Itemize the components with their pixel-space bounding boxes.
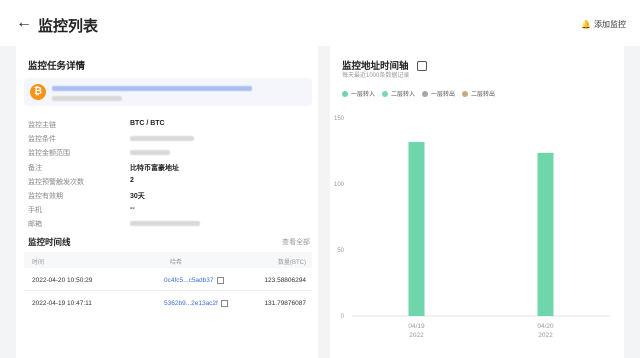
copy-icon[interactable] [216,277,224,284]
refresh-icon[interactable] [417,61,428,72]
field-value-blurred [130,221,200,227]
bar [537,152,554,316]
field-label: 监控有效期 [28,193,63,200]
chart-panel-subtitle: 每天最近1000条数据记录 [342,73,410,79]
legend-item[interactable]: 一层转出 [422,89,455,98]
y-tick-label: 0 [341,314,345,320]
monitored-address-card: ₿ [24,78,312,106]
page-title: 监控列表 [38,18,99,35]
legend-item[interactable]: 二层转出 [462,89,495,98]
field-value-blurred [130,136,194,142]
field-label: 监控主链 [28,122,56,129]
y-tick-label: 50 [337,248,344,254]
y-tick-label: 150 [334,116,345,122]
field-value-blurred [130,150,170,156]
back-arrow-icon[interactable]: ← [16,15,32,31]
field-value: 30天 [130,193,145,200]
address-blurred [52,86,252,91]
field-value: 比特币富豪地址 [130,164,179,172]
add-monitor-label: 添加监控 [594,20,626,29]
field-label: 备注 [28,164,42,172]
col-hash: 哈希 [170,260,183,266]
row-time: 2022-04-19 10:47:11 [32,300,92,307]
bitcoin-icon: ₿ [30,84,46,100]
timeline-bar-chart: 0 50 100 150 04/19 2022 04/20 2022 [334,116,610,339]
field-label: 监控条件 [28,136,56,144]
field-label: 监控金额范围 [28,150,70,158]
see-all-link[interactable]: 查看全部 [282,237,310,247]
row-hash-link[interactable]: 0c4fc5...c5adb37 [164,277,224,284]
row-hash-link[interactable]: 5362b9...2e13ac2f [164,300,228,307]
field-label: 监控预警触发次数 [28,178,84,186]
timeline-table-header: 时间 哈希 数量(BTC) [24,252,312,268]
timeline-chart-panel: 监控地址时间轴 每天最近1000条数据记录 一层转入 二层转入 一层转出 二层转… [330,46,624,358]
divider [24,290,312,291]
field-value: BTC / BTC [130,120,165,127]
legend-dot [422,91,428,98]
legend-dot [342,91,348,98]
bell-plus-icon: 🔔 [581,20,591,29]
table-row: 2022-04-20 10:50:29 0c4fc5...c5adb37 123… [24,271,312,291]
legend-item[interactable]: 二层转入 [382,89,415,98]
task-detail-title: 监控任务详情 [28,61,86,72]
field-label: 手机 [28,207,42,215]
add-monitor-button[interactable]: 🔔 添加监控 [581,19,626,30]
legend-dot [462,91,468,98]
row-time: 2022-04-20 10:50:29 [32,277,93,284]
col-amount: 数量(BTC) [278,260,306,266]
table-row: 2022-04-19 10:47:11 5362b9...2e13ac2f 13… [24,294,312,314]
task-detail-panel: 监控任务详情 ₿ 监控时间线 查看全部 时间 哈希 数量(BTC) 2022-0… [16,46,318,358]
x-tick-label: 04/19 [408,323,425,330]
x-tick-label: 2022 [538,332,553,339]
legend-dot [382,91,388,98]
top-bar: ← 监控列表 🔔 添加监控 [0,0,640,46]
field-value: -- [130,205,135,213]
x-tick-label: 04/20 [537,323,554,330]
row-amount: 131.79876087 [264,300,306,307]
copy-icon[interactable] [220,300,228,307]
y-tick-label: 100 [334,182,345,188]
address-sub-blurred [52,96,122,101]
timeline-title: 监控时间线 [28,237,71,247]
col-time: 时间 [32,260,45,266]
field-label: 邮箱 [28,221,42,229]
bar [408,142,425,316]
legend-item[interactable]: 一层转入 [342,89,375,98]
x-tick-label: 2022 [409,332,424,339]
row-amount: 123.58806294 [264,277,306,284]
field-value: 2 [130,176,134,184]
